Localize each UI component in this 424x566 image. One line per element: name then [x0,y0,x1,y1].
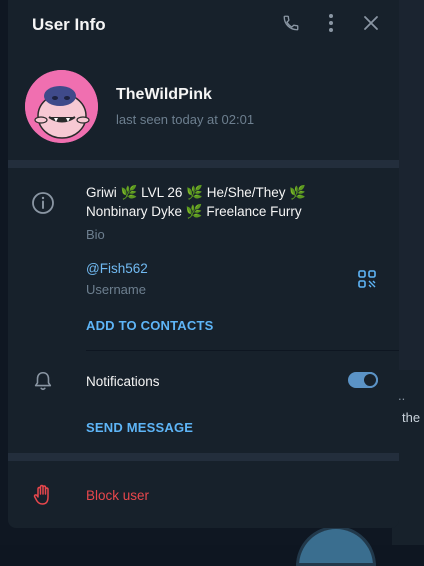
more-vertical-icon [328,13,334,38]
username-label: Username [86,282,146,297]
bio-line: Nonbinary Dyke 🌿 Freelance Furry [86,202,366,221]
toggle-knob [362,372,378,388]
more-options-button[interactable] [319,13,343,37]
info-icon [30,190,56,216]
block-user-button[interactable]: Block user [86,488,149,503]
notifications-label: Notifications [86,374,160,389]
background-text: the [402,410,421,425]
phone-icon [282,14,300,37]
profile-section: TheWildPink last seen today at 02:01 [8,50,399,160]
leaf-emoji: 🌿 [120,185,138,200]
qr-code-button[interactable] [354,266,380,292]
bio-segment: He/She/They [206,185,286,200]
bio-segment: Nonbinary Dyke [86,204,183,219]
leaf-emoji: 🌿 [185,204,203,219]
user-info-dialog: User Info TheWildPink last seen today at… [8,0,399,528]
add-to-contacts-button[interactable]: ADD TO CONTACTS [86,318,213,333]
avatar[interactable] [25,70,98,143]
bio-text: Griwi 🌿 LVL 26 🌿 He/She/They 🌿 Nonbinary… [86,183,366,221]
row-divider [86,350,399,351]
bio-segment: LVL 26 [141,185,183,200]
qr-code-icon [358,270,376,288]
send-message-button[interactable]: SEND MESSAGE [86,420,193,435]
stop-hand-icon [30,482,56,508]
notifications-toggle[interactable] [348,372,378,388]
last-seen-status: last seen today at 02:01 [116,112,255,127]
section-divider [8,453,399,461]
leaf-emoji: 🌿 [186,185,203,200]
bio-segment: Freelance Furry [206,204,302,219]
bio-line: Griwi 🌿 LVL 26 🌿 He/She/They 🌿 [86,183,366,202]
bell-icon [30,368,56,394]
username-link[interactable]: @Fish562 [86,261,148,276]
background-text: .. [398,388,406,403]
close-icon [363,15,379,36]
bio-segment: Griwi [86,185,117,200]
section-divider [8,160,399,168]
dialog-title: User Info [32,15,106,34]
close-button[interactable] [359,13,383,37]
call-button[interactable] [279,13,303,37]
leaf-emoji: 🌿 [289,185,307,200]
user-name: TheWildPink [116,86,212,103]
bio-label: Bio [86,227,105,242]
dialog-header: User Info [8,0,399,50]
pink-creature-avatar [25,70,98,143]
